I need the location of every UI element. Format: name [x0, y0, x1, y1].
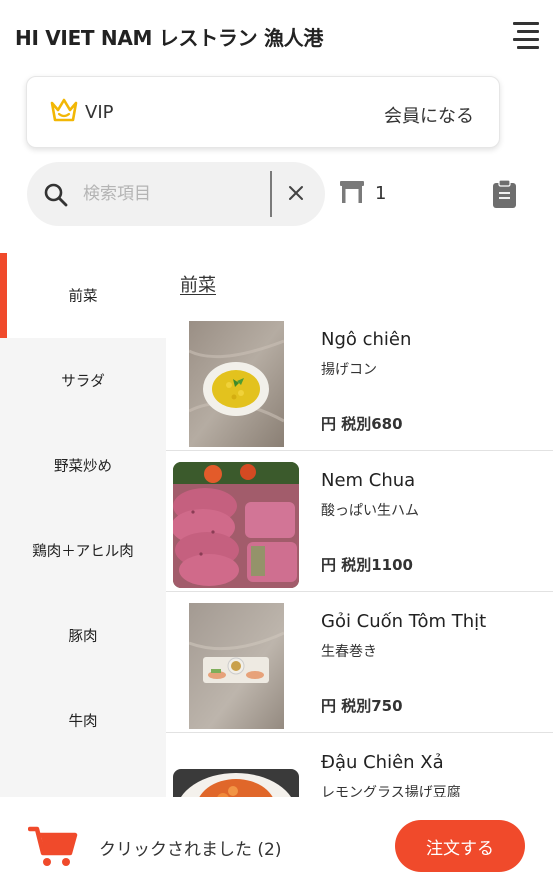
search-bar	[27, 162, 325, 226]
category-label: 鶏肉＋アヒル肉	[32, 544, 134, 560]
category-item-chicken-duck[interactable]: 鶏肉＋アヒル肉	[0, 508, 166, 593]
crown-icon	[50, 98, 78, 122]
category-label: 野菜炒め	[54, 459, 112, 475]
table-number: 1	[375, 183, 387, 204]
item-price: 円 税別750	[321, 697, 403, 715]
vip-label: VIP	[85, 102, 114, 123]
item-divider	[166, 591, 553, 592]
restaurant-title: HI VIET NAM レストラン 漁人港	[15, 26, 324, 50]
category-label: 豚肉	[68, 629, 98, 645]
cart-bar: クリックされました (2) 注文する	[0, 797, 553, 887]
category-label: サラダ	[61, 374, 105, 390]
search-divider	[270, 171, 272, 217]
category-label: 牛肉	[68, 714, 98, 730]
category-item-salad[interactable]: サラダ	[0, 338, 166, 423]
close-icon[interactable]	[284, 181, 308, 205]
search-icon	[44, 183, 68, 207]
section-title: 前菜	[180, 275, 216, 296]
category-item-appetizers[interactable]: 前菜	[0, 253, 166, 338]
item-name: Đậu Chiên Xả	[321, 752, 444, 773]
item-price: 円 税別1100	[321, 556, 413, 574]
search-input[interactable]	[83, 180, 263, 208]
item-name: Nem Chua	[321, 470, 416, 491]
hamburger-menu-icon[interactable]	[509, 22, 539, 49]
table-icon	[340, 181, 364, 203]
menu-item-card[interactable]: Ngô chiên 揚げコン 円 税別680	[166, 311, 553, 451]
item-name: Ngô chiên	[321, 329, 412, 350]
menu-item-card[interactable]: Nem Chua 酸っぱい生ハム 円 税別1100	[166, 452, 553, 592]
category-label: 前菜	[68, 289, 98, 305]
menu-item-card[interactable]: Đậu Chiên Xả レモングラス揚げ豆腐	[166, 734, 553, 797]
cart-status-text: クリックされました (2)	[99, 840, 282, 860]
item-subtitle: 生春巻き	[321, 644, 377, 660]
category-sidebar: 前菜 サラダ 野菜炒め 鶏肉＋アヒル肉 豚肉 牛肉	[0, 253, 166, 797]
item-divider	[166, 450, 553, 451]
spring-rolls-photo	[189, 603, 284, 729]
item-divider	[166, 732, 553, 733]
menu-item-card[interactable]: Gỏi Cuốn Tôm Thịt 生春巻き 円 税別750	[166, 593, 553, 733]
item-subtitle: 酸っぱい生ハム	[321, 503, 419, 519]
fried-corn-photo	[189, 321, 284, 447]
category-item-beef[interactable]: 牛肉	[0, 678, 166, 763]
app-header: HI VIET NAM レストラン 漁人港	[0, 0, 553, 70]
item-subtitle: 揚げコン	[321, 362, 377, 378]
nem-chua-photo	[173, 462, 299, 588]
category-item-stir-fried-vegetables[interactable]: 野菜炒め	[0, 423, 166, 508]
item-subtitle: レモングラス揚げ豆腐	[321, 785, 461, 797]
item-name: Gỏi Cuốn Tôm Thịt	[321, 611, 487, 632]
item-price: 円 税別680	[321, 415, 403, 433]
become-member-link[interactable]: 会員になる	[384, 102, 474, 128]
active-category-marker	[0, 253, 7, 338]
clipboard-icon[interactable]	[492, 179, 517, 209]
vip-membership-card[interactable]: VIP 会員になる	[26, 76, 500, 148]
category-item-pork[interactable]: 豚肉	[0, 593, 166, 678]
shopping-cart-icon[interactable]	[28, 824, 78, 868]
order-button[interactable]: 注文する	[395, 820, 525, 872]
fried-tofu-photo	[173, 769, 299, 797]
